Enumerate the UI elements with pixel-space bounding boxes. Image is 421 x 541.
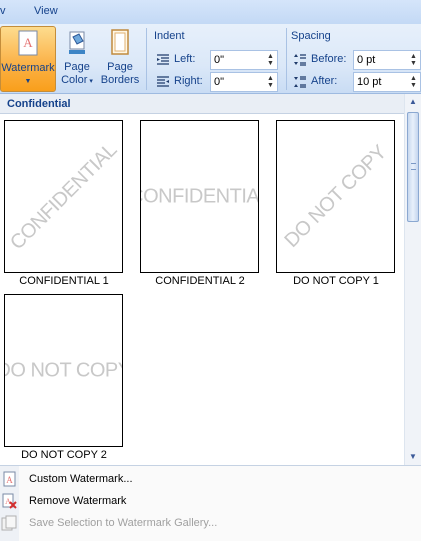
gallery-section-header: Confidential	[0, 94, 404, 114]
page-borders-label-2: Borders	[100, 74, 140, 86]
spinner-arrows-icon[interactable]: ▲ ▼	[267, 53, 275, 67]
indent-left-value[interactable]: 0"	[214, 54, 224, 66]
spacing-after-field[interactable]: 10 pt ▲ ▼	[353, 72, 421, 92]
save-to-gallery-label: Save Selection to Watermark Gallery...	[29, 517, 218, 529]
grip-icon	[411, 163, 416, 170]
page-borders-label-1: Page	[107, 61, 133, 73]
remove-watermark-label: Remove Watermark	[29, 495, 127, 507]
watermark-icon: A	[18, 30, 38, 56]
indent-right-icon	[157, 76, 169, 87]
spacing-after-label: After:	[311, 75, 338, 87]
watermark-menu: A Custom Watermark... A Remove Watermark…	[0, 465, 421, 541]
watermark-button[interactable]: A Watermark ▼	[0, 26, 56, 92]
watermark-preview-text: CONFIDENTIAL	[141, 185, 259, 207]
spacing-group-title: Spacing	[291, 30, 331, 42]
watermark-preview-text: DO NOT COPY	[5, 359, 122, 381]
indent-right-field[interactable]: 0" ▲ ▼	[210, 72, 278, 92]
page-color-button[interactable]: Page Color ▾	[58, 26, 96, 92]
spacing-before-field[interactable]: 0 pt ▲ ▼	[353, 50, 421, 70]
thumbnail-caption[interactable]: DO NOT COPY 1	[271, 275, 401, 287]
watermark-preview-text: DO NOT COPY	[279, 140, 391, 252]
spinner-arrows-icon[interactable]: ▲ ▼	[267, 75, 275, 89]
page-borders-icon	[111, 29, 129, 55]
ribbon-tab-bar: v View	[0, 0, 421, 24]
group-divider	[146, 28, 147, 90]
chevron-down-icon: ▼	[24, 78, 32, 85]
indent-left-label: Left:	[174, 53, 196, 65]
watermark-thumbnail-confidential-2[interactable]: CONFIDENTIAL	[140, 120, 259, 273]
page-borders-button[interactable]: Page Borders	[98, 26, 142, 92]
gallery-section-title: Confidential	[7, 98, 71, 110]
spacing-before-value[interactable]: 0 pt	[357, 54, 375, 66]
spinner-arrows-icon[interactable]: ▲ ▼	[410, 75, 418, 89]
indent-left-row: Left: 0" ▲ ▼	[152, 50, 282, 70]
watermark-gallery: CONFIDENTIAL CONFIDENTIAL 1 CONFIDENTIAL…	[0, 114, 404, 465]
watermark-thumbnail-do-not-copy-1[interactable]: DO NOT COPY	[276, 120, 395, 273]
paint-bucket-icon	[69, 31, 85, 54]
watermark-preview-text: CONFIDENTIAL	[5, 138, 121, 254]
tab-partial[interactable]: v	[0, 5, 6, 17]
spacing-before-label: Before:	[311, 53, 347, 65]
custom-watermark-icon: A	[3, 471, 16, 487]
spinner-arrows-icon[interactable]: ▲ ▼	[410, 53, 418, 67]
spacing-after-value[interactable]: 10 pt	[357, 76, 381, 88]
group-divider	[286, 28, 287, 90]
page-color-label-2: Color	[61, 74, 88, 86]
tab-view[interactable]: View	[34, 5, 58, 17]
watermark-thumbnail-do-not-copy-2[interactable]: DO NOT COPY	[4, 294, 123, 447]
indent-right-row: Right: 0" ▲ ▼	[152, 72, 282, 92]
thumbnail-caption[interactable]: CONFIDENTIAL 2	[135, 275, 265, 287]
indent-right-value[interactable]: 0"	[214, 76, 224, 88]
svg-text:A: A	[23, 35, 33, 50]
remove-watermark-icon: A	[2, 493, 17, 509]
spacing-after-icon	[294, 76, 306, 88]
svg-text:A: A	[5, 497, 11, 506]
indent-right-label: Right:	[174, 75, 203, 87]
watermark-label: Watermark	[1, 62, 55, 74]
indent-left-icon	[157, 54, 169, 65]
spacing-after-row: After: 10 pt ▲ ▼	[289, 72, 421, 92]
save-to-gallery-icon	[1, 515, 17, 531]
scroll-up-icon[interactable]: ▲	[405, 94, 421, 110]
remove-watermark-item[interactable]: A Remove Watermark	[0, 490, 421, 512]
thumbnail-caption[interactable]: DO NOT COPY 2	[0, 449, 129, 461]
indent-group-title: Indent	[154, 30, 185, 42]
custom-watermark-label: Custom Watermark...	[29, 473, 133, 485]
scroll-down-icon[interactable]: ▼	[405, 449, 421, 465]
custom-watermark-item[interactable]: A Custom Watermark...	[0, 468, 421, 490]
chevron-down-icon: ▾	[87, 78, 93, 85]
spacing-before-icon	[294, 54, 306, 66]
ribbon: A Watermark ▼ Page Color ▾ Page Borders …	[0, 24, 421, 94]
gallery-scrollbar[interactable]: ▲ ▼	[404, 94, 421, 465]
thumbnail-caption[interactable]: CONFIDENTIAL 1	[0, 275, 129, 287]
scrollbar-thumb[interactable]	[407, 112, 419, 222]
save-to-gallery-item[interactable]: Save Selection to Watermark Gallery...	[0, 512, 421, 534]
indent-left-field[interactable]: 0" ▲ ▼	[210, 50, 278, 70]
spacing-before-row: Before: 0 pt ▲ ▼	[289, 50, 421, 70]
page-color-label-1: Page	[64, 61, 90, 73]
watermark-thumbnail-confidential-1[interactable]: CONFIDENTIAL	[4, 120, 123, 273]
svg-text:A: A	[6, 475, 13, 485]
